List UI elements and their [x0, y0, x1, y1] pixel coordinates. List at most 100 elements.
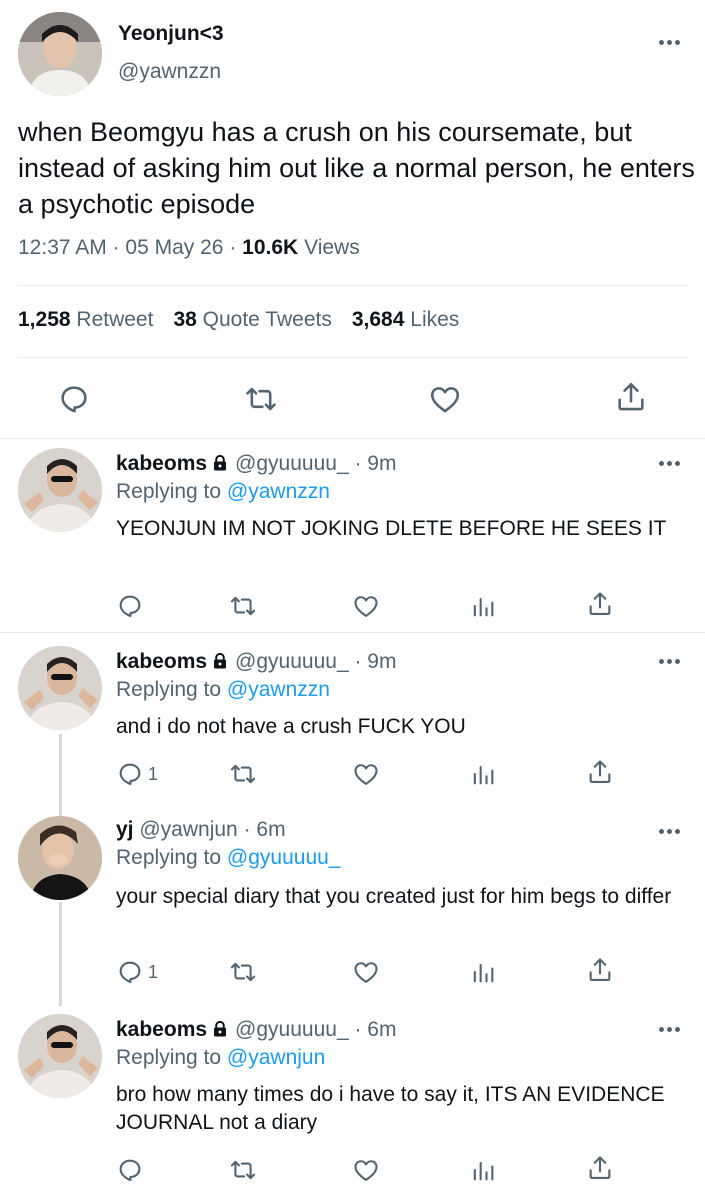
retweet-icon [230, 764, 256, 784]
share-icon [589, 592, 611, 615]
lock-icon [214, 1020, 227, 1037]
replying-to: Replying to @gyuuuuu_ [116, 846, 340, 870]
handle[interactable]: @gyuuuuu_ [235, 1018, 349, 1041]
reply-button[interactable]: 1 [116, 958, 158, 986]
retweet-icon [246, 387, 276, 411]
reply-tweet[interactable]: kabeoms @gyuuuuu_ · 9m Replying to @yawnz… [0, 634, 705, 806]
tweet-stats: 1,258 Retweet 38 Quote Tweets 3,684 Likes [18, 308, 459, 332]
divider [0, 632, 705, 633]
reply-text: YEONJUN IM NOT JOKING DLETE BEFORE HE SE… [116, 517, 667, 540]
like-button[interactable] [352, 958, 380, 986]
like-button[interactable] [352, 1156, 380, 1184]
handle[interactable]: @gyuuuuu_ [235, 650, 349, 673]
analytics-button[interactable] [469, 760, 497, 788]
handle[interactable]: @yawnjun [139, 818, 237, 841]
reply-tweet[interactable]: kabeoms @gyuuuuu_ · 9m Replying to @yawnz… [0, 440, 705, 632]
reply-header: kabeoms @gyuuuuu_ · 6m [116, 1018, 396, 1042]
divider [18, 285, 688, 286]
reply-time: · 9m [354, 650, 397, 673]
retweet-button[interactable] [229, 958, 257, 986]
reply-icon [119, 1159, 141, 1182]
more-options-icon[interactable] [658, 657, 682, 665]
more-options-icon[interactable] [658, 38, 682, 46]
reply-count: 1 [148, 763, 159, 784]
retweets-stat[interactable]: 1,258 Retweet [18, 308, 153, 331]
share-icon [618, 382, 644, 411]
handle[interactable]: @yawnzzn [118, 60, 221, 84]
like-icon [354, 1160, 378, 1181]
reply-button[interactable]: 1 [116, 760, 158, 788]
replying-to-handle[interactable]: @gyuuuuu_ [227, 846, 341, 869]
reply-time: · 9m [354, 452, 397, 475]
share-button[interactable] [614, 380, 648, 414]
tweet-date: 05 May 26 [125, 236, 224, 259]
display-name[interactable]: kabeoms [116, 1018, 207, 1041]
reply-time: · 6m [354, 1018, 397, 1041]
reply-button[interactable] [57, 382, 91, 416]
share-button[interactable] [586, 590, 614, 618]
analytics-icon [473, 597, 494, 617]
retweet-button[interactable] [229, 1156, 257, 1184]
more-options-icon[interactable] [658, 1025, 682, 1033]
reply-tweet[interactable]: kabeoms @gyuuuuu_ · 6m Replying to @yawnj… [0, 1002, 705, 1200]
avatar[interactable] [18, 448, 102, 532]
lock-icon [214, 454, 227, 471]
share-button[interactable] [586, 1154, 614, 1182]
like-icon [354, 764, 378, 785]
like-button[interactable] [428, 382, 462, 416]
handle[interactable]: @gyuuuuu_ [235, 452, 349, 475]
likes-stat[interactable]: 3,684 Likes [352, 308, 459, 331]
avatar[interactable] [18, 12, 102, 96]
reply-header: kabeoms @gyuuuuu_ · 9m [116, 650, 396, 674]
replying-label: Replying to [116, 678, 222, 701]
reply-icon [119, 961, 141, 984]
reply-button[interactable] [116, 1156, 148, 1184]
display-name[interactable]: Yeonjun<3 [118, 22, 224, 46]
avatar[interactable] [18, 646, 102, 730]
reply-button[interactable] [116, 592, 148, 620]
analytics-button[interactable] [469, 592, 497, 620]
avatar[interactable] [18, 1014, 102, 1098]
views-label: Views [304, 236, 360, 259]
reply-time: · 6m [243, 818, 286, 841]
replying-to: Replying to @yawnzzn [116, 480, 330, 504]
like-button[interactable] [352, 760, 380, 788]
retweet-icon [230, 596, 256, 616]
more-options-icon[interactable] [658, 827, 682, 835]
like-button[interactable] [352, 592, 380, 620]
quotes-count: 38 [173, 308, 197, 331]
display-name[interactable]: yj [116, 818, 134, 841]
like-icon [354, 596, 378, 617]
reply-header: yj @yawnjun · 6m [116, 818, 286, 842]
share-icon [589, 958, 611, 981]
quotes-stat[interactable]: 38 Quote Tweets [173, 308, 331, 331]
divider [18, 357, 688, 358]
divider [0, 438, 705, 439]
retweet-button[interactable] [244, 382, 278, 416]
avatar[interactable] [18, 816, 102, 900]
replying-to-handle[interactable]: @yawnjun [227, 1046, 325, 1069]
share-button[interactable] [586, 956, 614, 984]
tweet-time: 12:37 AM [18, 236, 107, 259]
analytics-button[interactable] [469, 1156, 497, 1184]
replying-to: Replying to @yawnzzn [116, 678, 330, 702]
tweet-meta: 12:37 AM · 05 May 26 · 10.6K Views [18, 236, 360, 260]
reply-text: and i do not have a crush FUCK YOU [116, 715, 466, 738]
retweet-button[interactable] [229, 592, 257, 620]
reply-tweet[interactable]: yj @yawnjun · 6m Replying to @gyuuuuu_ y… [0, 806, 705, 1002]
retweet-button[interactable] [229, 760, 257, 788]
display-name[interactable]: kabeoms [116, 650, 207, 673]
replying-to-handle[interactable]: @yawnzzn [227, 678, 330, 701]
share-button[interactable] [586, 758, 614, 786]
analytics-button[interactable] [469, 958, 497, 986]
analytics-icon [473, 963, 494, 983]
reply-header: kabeoms @gyuuuuu_ · 9m [116, 452, 396, 476]
replying-to: Replying to @yawnjun [116, 1046, 325, 1070]
views-count: 10.6K [242, 236, 299, 259]
reply-icon [119, 763, 141, 786]
display-name[interactable]: kabeoms [116, 452, 207, 475]
reply-text: bro how many times do i have to say it, … [116, 1083, 665, 1134]
more-options-icon[interactable] [658, 459, 682, 467]
replying-to-handle[interactable]: @yawnzzn [227, 480, 330, 503]
share-icon [589, 760, 611, 783]
